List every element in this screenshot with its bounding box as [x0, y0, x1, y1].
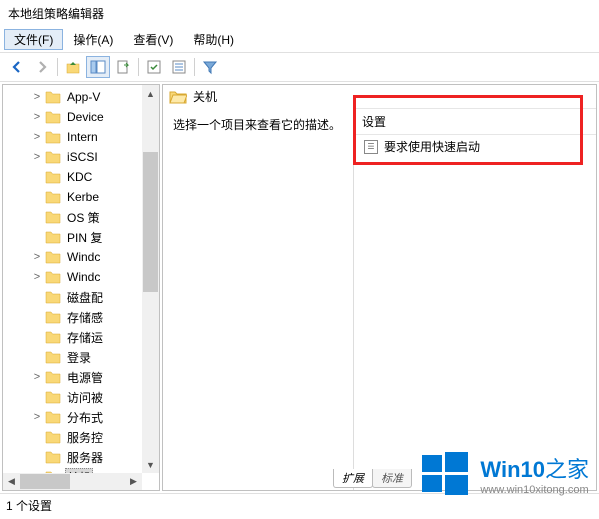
tree-item-label: OS 策 — [65, 209, 102, 226]
description-text: 选择一个项目来查看它的描述。 — [173, 116, 343, 133]
content-header: 关机 — [163, 85, 596, 108]
tree-item-label: Intern — [65, 130, 100, 144]
tree-item[interactable]: > 分布式 — [7, 407, 159, 427]
forward-button[interactable] — [30, 56, 54, 78]
tree-item-label: 服务控 — [65, 429, 105, 446]
menu-action[interactable]: 操作(A) — [63, 29, 123, 50]
tree-item[interactable]: 服务控 — [7, 427, 159, 447]
tree-item[interactable]: > iSCSI — [7, 147, 159, 167]
menu-file[interactable]: 文件(F) — [4, 29, 63, 50]
tree-item[interactable]: OS 策 — [7, 207, 159, 227]
expand-icon[interactable]: > — [31, 251, 43, 263]
tree-item[interactable]: KDC — [7, 167, 159, 187]
policy-icon: ☰ — [364, 140, 378, 154]
show-hide-tree-button[interactable] — [86, 56, 110, 78]
tree-item[interactable]: > Windc — [7, 247, 159, 267]
refresh-button[interactable] — [142, 56, 166, 78]
tree-item-label: KDC — [65, 170, 94, 184]
tab-standard[interactable]: 标准 — [372, 469, 412, 488]
tree-item-label: Kerbe — [65, 190, 101, 204]
tree-item-label: Windc — [65, 250, 102, 264]
menu-bar: 文件(F) 操作(A) 查看(V) 帮助(H) — [0, 27, 599, 52]
expand-icon[interactable]: > — [31, 271, 43, 283]
tree-item-label: 存储感 — [65, 309, 105, 326]
properties-button[interactable] — [167, 56, 191, 78]
tree-item[interactable]: 登录 — [7, 347, 159, 367]
tree-vscrollbar[interactable]: ▲ ▼ — [142, 85, 159, 473]
tree-item-label: 访问被 — [65, 389, 105, 406]
tree-item-label: Device — [65, 110, 106, 124]
tree-item[interactable]: 存储感 — [7, 307, 159, 327]
tree-item[interactable]: 磁盘配 — [7, 287, 159, 307]
tree-pane: > App-V > Device > Intern > iSCSI KDC Kerbe OS 策 PI… — [2, 84, 160, 491]
tree-item[interactable]: > App-V — [7, 87, 159, 107]
tree-item[interactable]: > Windc — [7, 267, 159, 287]
expand-icon[interactable]: > — [31, 411, 43, 423]
tree-item-label: 分布式 — [65, 409, 105, 426]
setting-label: 要求使用快速启动 — [384, 138, 480, 155]
tree-item[interactable]: > Device — [7, 107, 159, 127]
tree-item[interactable]: > Intern — [7, 127, 159, 147]
status-bar: 1 个设置 — [0, 494, 599, 517]
menu-help[interactable]: 帮助(H) — [183, 29, 244, 50]
tree-item-label: 存储运 — [65, 329, 105, 346]
tree-item[interactable]: 访问被 — [7, 387, 159, 407]
up-button[interactable] — [61, 56, 85, 78]
tree-item[interactable]: PIN 复 — [7, 227, 159, 247]
tree-item[interactable]: > 电源管 — [7, 367, 159, 387]
tree-item[interactable]: Kerbe — [7, 187, 159, 207]
tree-item-label: 登录 — [65, 349, 93, 366]
expand-icon[interactable]: > — [31, 151, 43, 163]
expand-icon[interactable]: > — [31, 131, 43, 143]
tree-item-label: 电源管 — [65, 369, 105, 386]
tree-item-label: Windc — [65, 270, 102, 284]
tree-item-label: App-V — [65, 90, 102, 104]
tab-extended[interactable]: 扩展 — [333, 469, 373, 488]
tree-item[interactable]: 服务器 — [7, 447, 159, 467]
column-header-settings[interactable]: 设置 — [354, 108, 596, 135]
filter-button[interactable] — [198, 56, 222, 78]
back-button[interactable] — [5, 56, 29, 78]
expand-icon[interactable]: > — [31, 111, 43, 123]
tree-item[interactable]: 存储运 — [7, 327, 159, 347]
folder-open-icon — [169, 89, 187, 104]
content-title: 关机 — [193, 88, 217, 105]
tree-item-label: iSCSI — [65, 150, 100, 164]
export-button[interactable] — [111, 56, 135, 78]
tree-item-label: 磁盘配 — [65, 289, 105, 306]
window-title: 本地组策略编辑器 — [0, 0, 599, 27]
tree-item-label: 服务器 — [65, 449, 105, 466]
expand-icon[interactable]: > — [31, 371, 43, 383]
toolbar — [0, 52, 599, 82]
setting-item[interactable]: ☰ 要求使用快速启动 — [354, 135, 596, 158]
tree-item-label: PIN 复 — [65, 229, 104, 246]
content-tabs: 扩展 标准 — [333, 469, 411, 488]
menu-view[interactable]: 查看(V) — [123, 29, 183, 50]
content-pane: 关机 选择一个项目来查看它的描述。 设置 ☰ 要求使用快速启动 扩展 标准 — [162, 84, 597, 491]
tree-hscrollbar[interactable]: ◀ ▶ — [3, 473, 142, 490]
expand-icon[interactable]: > — [31, 91, 43, 103]
